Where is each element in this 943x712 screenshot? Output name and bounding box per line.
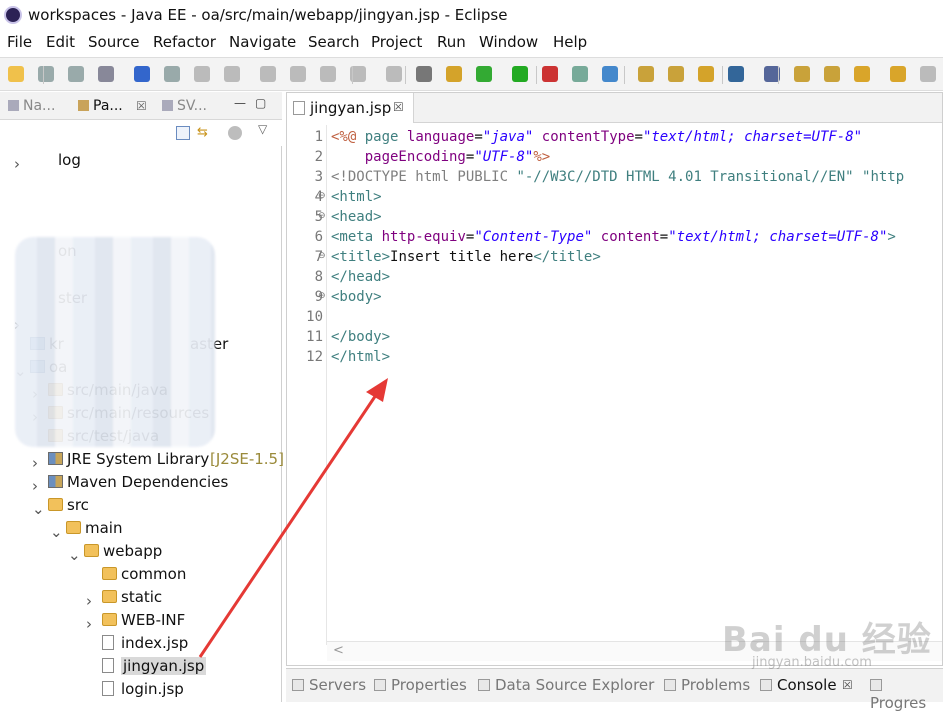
arrow-shaft <box>198 391 380 658</box>
watermark-url: jingyan.baidu.com <box>752 655 872 670</box>
arrow-head <box>366 378 388 402</box>
annotation-arrow <box>198 378 388 658</box>
baidu-watermark: Bai du 经验 <box>722 620 932 660</box>
